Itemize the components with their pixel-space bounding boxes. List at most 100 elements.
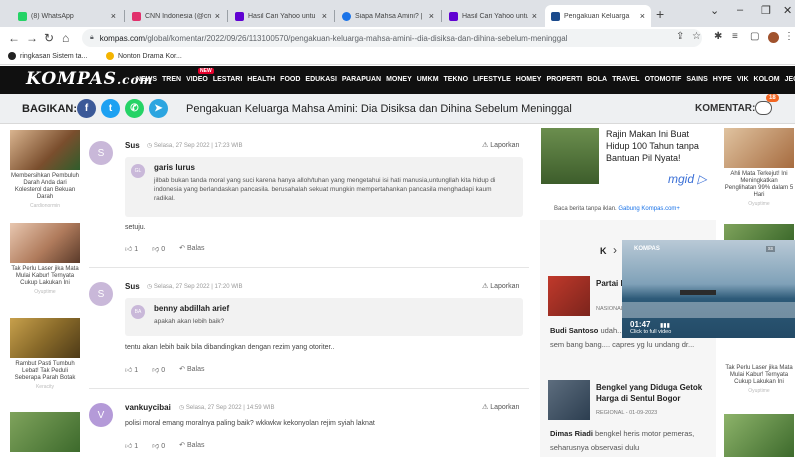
like-button[interactable]: 👍︎ 1 [125, 441, 138, 450]
close-icon[interactable]: × [322, 11, 327, 21]
nav-item-homey[interactable]: HOMEY [516, 76, 542, 83]
home-icon[interactable]: ⌂ [62, 31, 69, 45]
join-kompas-plus-link[interactable]: Gabung Kompas.com+ [618, 206, 680, 212]
bookmark-item[interactable]: Nonton Drama Kor... [106, 52, 182, 60]
left-ad-1[interactable]: Membersihkan Pembuluh Darah Anda dari Ko… [10, 130, 80, 209]
tab-yahoo-1[interactable]: Hasil Cari Yahoo untu × [229, 5, 333, 27]
nav-item-video[interactable]: VIDEO [186, 76, 208, 83]
nav-item-edukasi[interactable]: EDUKASI [305, 76, 337, 83]
nav-item-bola[interactable]: BOLA [587, 76, 607, 83]
bookmark-item[interactable]: ringkasan Sistem ta... [8, 52, 87, 60]
report-link[interactable]: ⚠ Laporkan [482, 282, 519, 290]
dislike-button[interactable]: 👎︎ 0 [152, 244, 165, 253]
whatsapp-icon[interactable]: ✆ [125, 99, 144, 118]
reload-icon[interactable]: ↻ [44, 31, 54, 45]
reply-button[interactable]: ↶ Balas [179, 441, 204, 450]
extensions-icon[interactable]: ✱ [714, 31, 722, 42]
nav-item-money[interactable]: MONEY [386, 76, 412, 83]
nav-item-parapuan[interactable]: PARAPUAN [342, 76, 381, 83]
tab-search-icon[interactable]: ⌄ [710, 4, 719, 17]
nav-item-sains[interactable]: SAINS [686, 76, 707, 83]
tab-yahoo-2[interactable]: Hasil Cari Yahoo untu × [443, 5, 543, 27]
forward-arrow-icon[interactable]: → [26, 31, 38, 45]
quote-avatar: BA [131, 305, 145, 319]
reply-icon: ↶ [179, 366, 187, 373]
reading-list-icon[interactable]: ≡ [732, 31, 738, 42]
nav-item-hype[interactable]: HYPE [713, 76, 732, 83]
comment-author[interactable]: Sus [125, 282, 140, 291]
new-tab-button[interactable]: + [656, 6, 664, 22]
nav-item-news[interactable]: NEWS [136, 76, 157, 83]
right-ad-1[interactable]: Ahli Mata Terkejut! Ini Meningkatkan Pen… [724, 128, 794, 207]
minimize-button[interactable]: – [737, 4, 743, 16]
right-ad-2[interactable]: Tak Perlu Laser jika Mata Mulai Kabur! T… [724, 362, 794, 394]
thumbs-up-icon: 👍︎ [125, 246, 135, 253]
dislike-button[interactable]: 👎︎ 0 [152, 441, 165, 450]
url-field[interactable]: 🔒︎ kompas.com/global/komentar/2022/09/26… [82, 29, 702, 47]
like-button[interactable]: 👍︎ 1 [125, 365, 138, 374]
ad-headline[interactable]: Rajin Makan Ini Buat Hidup 100 Tahun tan… [606, 128, 710, 164]
nav-item-health[interactable]: HEALTH [247, 76, 275, 83]
nav-item-lestari[interactable]: LESTARI [213, 76, 242, 83]
reply-button[interactable]: ↶ Balas [179, 365, 204, 374]
tab-kompas-active[interactable]: Pengakuan Keluarga × [545, 5, 651, 27]
maximize-button[interactable]: ❐ [761, 4, 771, 17]
chevron-right-icon[interactable]: › [613, 243, 617, 257]
reply-button[interactable]: ↶ Balas [179, 244, 204, 253]
side-panel-icon[interactable]: ▢ [750, 31, 759, 42]
report-link[interactable]: ⚠ Laporkan [482, 141, 519, 149]
profile-avatar[interactable] [768, 32, 779, 43]
right-ad-2-top[interactable] [724, 224, 794, 240]
nav-item-tekno[interactable]: TEKNO [444, 76, 469, 83]
twitter-icon[interactable]: t [101, 99, 120, 118]
right-ad-3[interactable] [724, 414, 794, 457]
left-ad-4[interactable] [10, 412, 80, 452]
nav-item-lifestyle[interactable]: LIFESTYLE [473, 76, 511, 83]
close-icon[interactable]: × [640, 11, 645, 21]
share-icon[interactable]: ⇪ [676, 31, 684, 42]
comment-bubble-icon[interactable] [755, 101, 772, 115]
facebook-icon[interactable]: f [77, 99, 96, 118]
close-window-button[interactable]: ✕ [783, 4, 792, 17]
mgid-logo[interactable]: mgid ▷ [668, 172, 707, 186]
nav-item-vik[interactable]: VIK [737, 76, 749, 83]
nav-item-food[interactable]: FOOD [280, 76, 300, 83]
dislike-button[interactable]: 👎︎ 0 [152, 365, 165, 374]
ad-caption: Tak Perlu Laser jika Mata Mulai Kabur! T… [725, 365, 793, 385]
close-icon[interactable]: × [532, 11, 537, 21]
tab-whatsapp[interactable]: (8) WhatsApp × [12, 5, 122, 27]
report-link[interactable]: ⚠ Laporkan [482, 403, 519, 411]
left-ad-2[interactable]: Tak Perlu Laser jika Mata Mulai Kabur! T… [10, 223, 80, 295]
video-timestamp: 01:47 [630, 320, 651, 329]
floating-video-player[interactable]: KOMPAS ss 01:47 ▮▮▮ Click to full video [622, 240, 795, 338]
nav-item-properti[interactable]: PROPERTI [546, 76, 582, 83]
close-icon[interactable]: × [215, 11, 220, 21]
tab-mahsa[interactable]: Siapa Mahsa Amini? | × [336, 5, 440, 27]
like-button[interactable]: 👍︎ 1 [125, 244, 138, 253]
tab-cnn[interactable]: CNN Indonesia (@cnn × [126, 5, 226, 27]
news-title[interactable]: Bengkel yang Diduga Getok Harga di Sentu… [596, 382, 716, 404]
comment-author[interactable]: Sus [125, 141, 140, 150]
nav-item-otomotif[interactable]: OTOMOTIF [645, 76, 682, 83]
bookmark-star-icon[interactable]: ☆ [692, 31, 701, 42]
nav-item-kolom[interactable]: KOLOM [754, 76, 780, 83]
comment-actions: 👍︎ 1 👎︎ 0 ↶ Balas [125, 365, 204, 374]
telegram-icon[interactable]: ➤ [149, 99, 168, 118]
url-path: /global/komentar/2022/09/26/113100570/pe… [145, 33, 568, 43]
menu-icon[interactable]: ⋮ [784, 31, 794, 42]
ad-source: Oyuptime [748, 388, 770, 394]
ad-image [10, 130, 80, 170]
nav-item-tren[interactable]: TREN [162, 76, 181, 83]
full-video-link[interactable]: Click to full video [630, 329, 671, 335]
nav-item-jeo[interactable]: JEO [785, 76, 795, 83]
sidebar-news-item[interactable]: Bengkel yang Diduga Getok Harga di Sentu… [548, 380, 713, 457]
comment-text: tentu akan lebih baik bila dibandingkan … [125, 344, 335, 351]
kompas-logo[interactable]: KOMPAS.com [26, 69, 153, 89]
left-ad-3[interactable]: Rambut Pasti Tumbuh Lebat! Tak Peduli Se… [10, 318, 80, 390]
back-arrow-icon[interactable]: ← [8, 31, 20, 45]
comment-author[interactable]: vankuycibai [125, 403, 171, 412]
nav-item-umkm[interactable]: UMKM [417, 76, 439, 83]
close-icon[interactable]: × [429, 11, 434, 21]
nav-item-travel[interactable]: TRAVEL [612, 76, 639, 83]
close-icon[interactable]: × [111, 11, 116, 21]
